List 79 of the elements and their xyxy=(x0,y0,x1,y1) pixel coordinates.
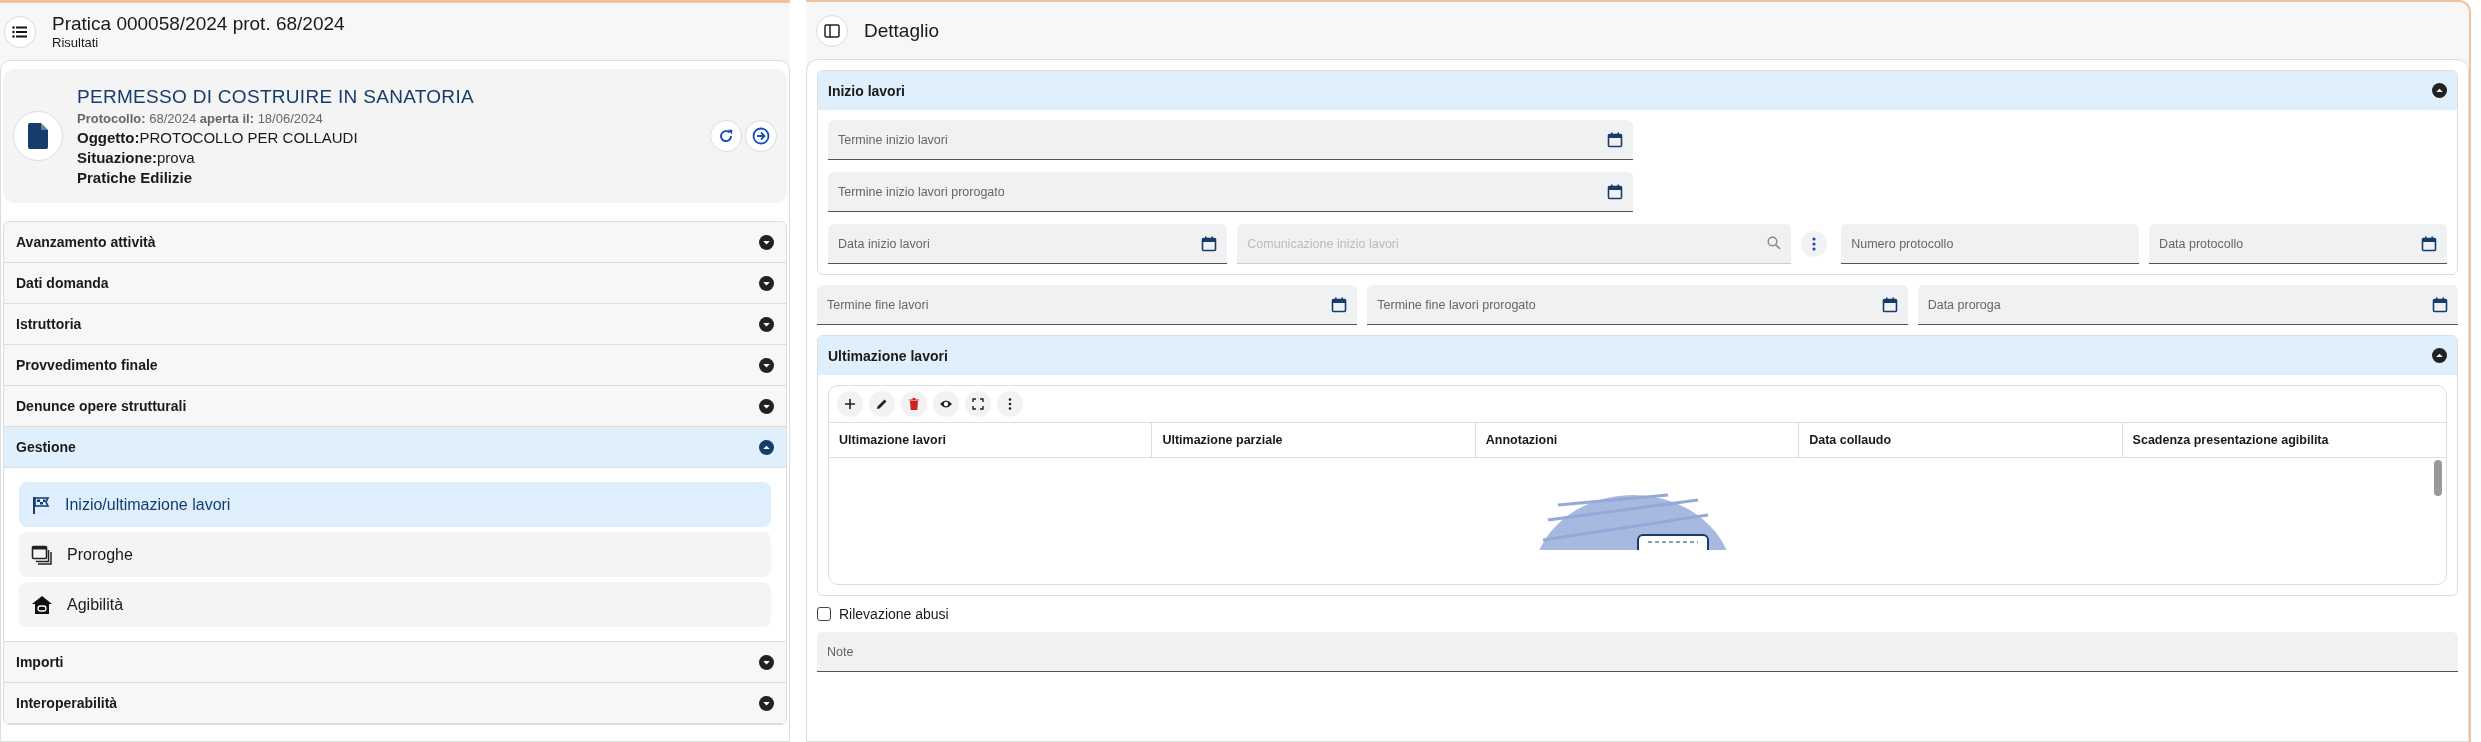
eye-button[interactable] xyxy=(933,391,959,417)
section-header[interactable]: Gestione xyxy=(4,427,786,468)
practice-title: PERMESSO DI COSTRUIRE IN SANATORIA xyxy=(77,86,475,108)
trash-button[interactable] xyxy=(901,391,927,417)
menu-item[interactable]: Inizio/ultimazione lavori xyxy=(19,482,771,527)
pencil-button[interactable] xyxy=(869,391,895,417)
practice-detail: Oggetto:PROTOCOLLO PER COLLAUDI xyxy=(77,129,359,146)
date-field[interactable]: Termine fine lavori xyxy=(817,285,1358,325)
section-header[interactable]: Importi xyxy=(4,642,786,683)
expand-icon[interactable] xyxy=(759,695,774,711)
calendar-icon[interactable] xyxy=(1881,297,1898,313)
date-field[interactable]: Termine inizio lavori prorogato xyxy=(828,172,1633,212)
refresh-button[interactable] xyxy=(710,120,742,152)
more-icon xyxy=(1812,237,1817,251)
page-title: Pratica 000058/2024 prot. 68/2024 xyxy=(52,13,345,35)
add-button[interactable] xyxy=(837,391,863,417)
calendar-icon[interactable] xyxy=(1606,132,1623,148)
arrow-circle-icon xyxy=(752,127,770,145)
date-field[interactable]: Data inizio lavori xyxy=(828,224,1228,264)
calendar-icon[interactable] xyxy=(2421,236,2437,252)
flag-icon xyxy=(31,494,51,515)
list-icon xyxy=(12,25,28,38)
scrollbar[interactable] xyxy=(2434,460,2442,496)
column-header[interactable]: Scadenza presentazione agibilita xyxy=(2122,423,2446,457)
search-icon[interactable] xyxy=(1767,236,1782,250)
calendar-stack-icon xyxy=(31,543,53,566)
section-header[interactable]: Istruttoria xyxy=(4,304,786,345)
collapse-icon[interactable] xyxy=(2432,83,2447,98)
house-icon xyxy=(31,594,53,615)
sidebar-icon xyxy=(824,23,840,38)
date-field[interactable]: Data proroga xyxy=(1917,285,2458,325)
calendar-icon[interactable] xyxy=(1331,297,1348,313)
note-field[interactable]: Note xyxy=(817,632,2458,672)
column-header[interactable]: Annotazioni xyxy=(1475,423,1800,457)
date-field[interactable]: Termine inizio lavori xyxy=(828,120,1633,160)
section-header[interactable]: Interoperabilità xyxy=(4,683,786,724)
column-header[interactable]: Ultimazione parziale xyxy=(1152,423,1476,457)
calendar-icon[interactable] xyxy=(1201,236,1218,252)
expand-icon[interactable] xyxy=(759,234,774,250)
collapse-icon[interactable] xyxy=(2432,348,2447,363)
document-icon xyxy=(13,111,63,161)
date-field[interactable]: Termine fine lavori prorogato xyxy=(1367,285,1908,325)
menu-item[interactable]: Proroghe xyxy=(19,532,771,577)
section-header[interactable]: Dati domanda xyxy=(4,263,786,304)
calendar-icon[interactable] xyxy=(1606,184,1623,200)
column-header[interactable]: Data collaudo xyxy=(1799,423,2123,457)
menu-button[interactable] xyxy=(4,15,36,48)
expand-icon[interactable] xyxy=(759,316,774,332)
more-button[interactable] xyxy=(997,391,1023,417)
checkbox[interactable] xyxy=(817,607,831,621)
section-header[interactable]: Avanzamento attività xyxy=(4,222,786,263)
open-button[interactable] xyxy=(745,120,777,152)
refresh-icon xyxy=(718,128,734,144)
trash-icon xyxy=(907,397,921,411)
section-header[interactable]: Inizio lavori xyxy=(818,71,2457,110)
detail-title: Dettaglio xyxy=(864,19,939,42)
practice-category: Pratiche Edilizie xyxy=(77,169,194,186)
section-header[interactable]: Denunce opere strutturali xyxy=(4,386,786,427)
column-header[interactable]: Ultimazione lavori xyxy=(829,423,1153,457)
practice-detail: Situazione:prova xyxy=(77,149,196,166)
collapse-icon[interactable] xyxy=(759,439,774,455)
fullscreen-icon xyxy=(971,397,985,411)
section-header[interactable]: Ultimazione lavori xyxy=(818,336,2457,375)
calendar-icon[interactable] xyxy=(2432,297,2448,313)
date-field[interactable]: Data protocollo xyxy=(2149,224,2447,264)
expand-icon[interactable] xyxy=(759,357,774,373)
input-field[interactable]: Numero protocollo xyxy=(1841,224,2140,264)
pencil-icon xyxy=(875,397,889,411)
add-icon xyxy=(843,397,857,411)
page-subtitle: Risultati xyxy=(52,35,100,50)
menu-item[interactable]: Agibilità xyxy=(19,582,771,627)
protocol-info: Protocollo: 68/2024 aperta il: 18/06/2024 xyxy=(77,111,324,126)
expand-icon[interactable] xyxy=(759,654,774,670)
section-header[interactable]: Provvedimento finale xyxy=(4,345,786,386)
fullscreen-button[interactable] xyxy=(965,391,991,417)
sidebar-toggle-button[interactable] xyxy=(816,14,848,47)
expand-icon[interactable] xyxy=(759,398,774,414)
expand-icon[interactable] xyxy=(759,275,774,291)
checkbox-label: Rilevazione abusi xyxy=(839,606,949,622)
